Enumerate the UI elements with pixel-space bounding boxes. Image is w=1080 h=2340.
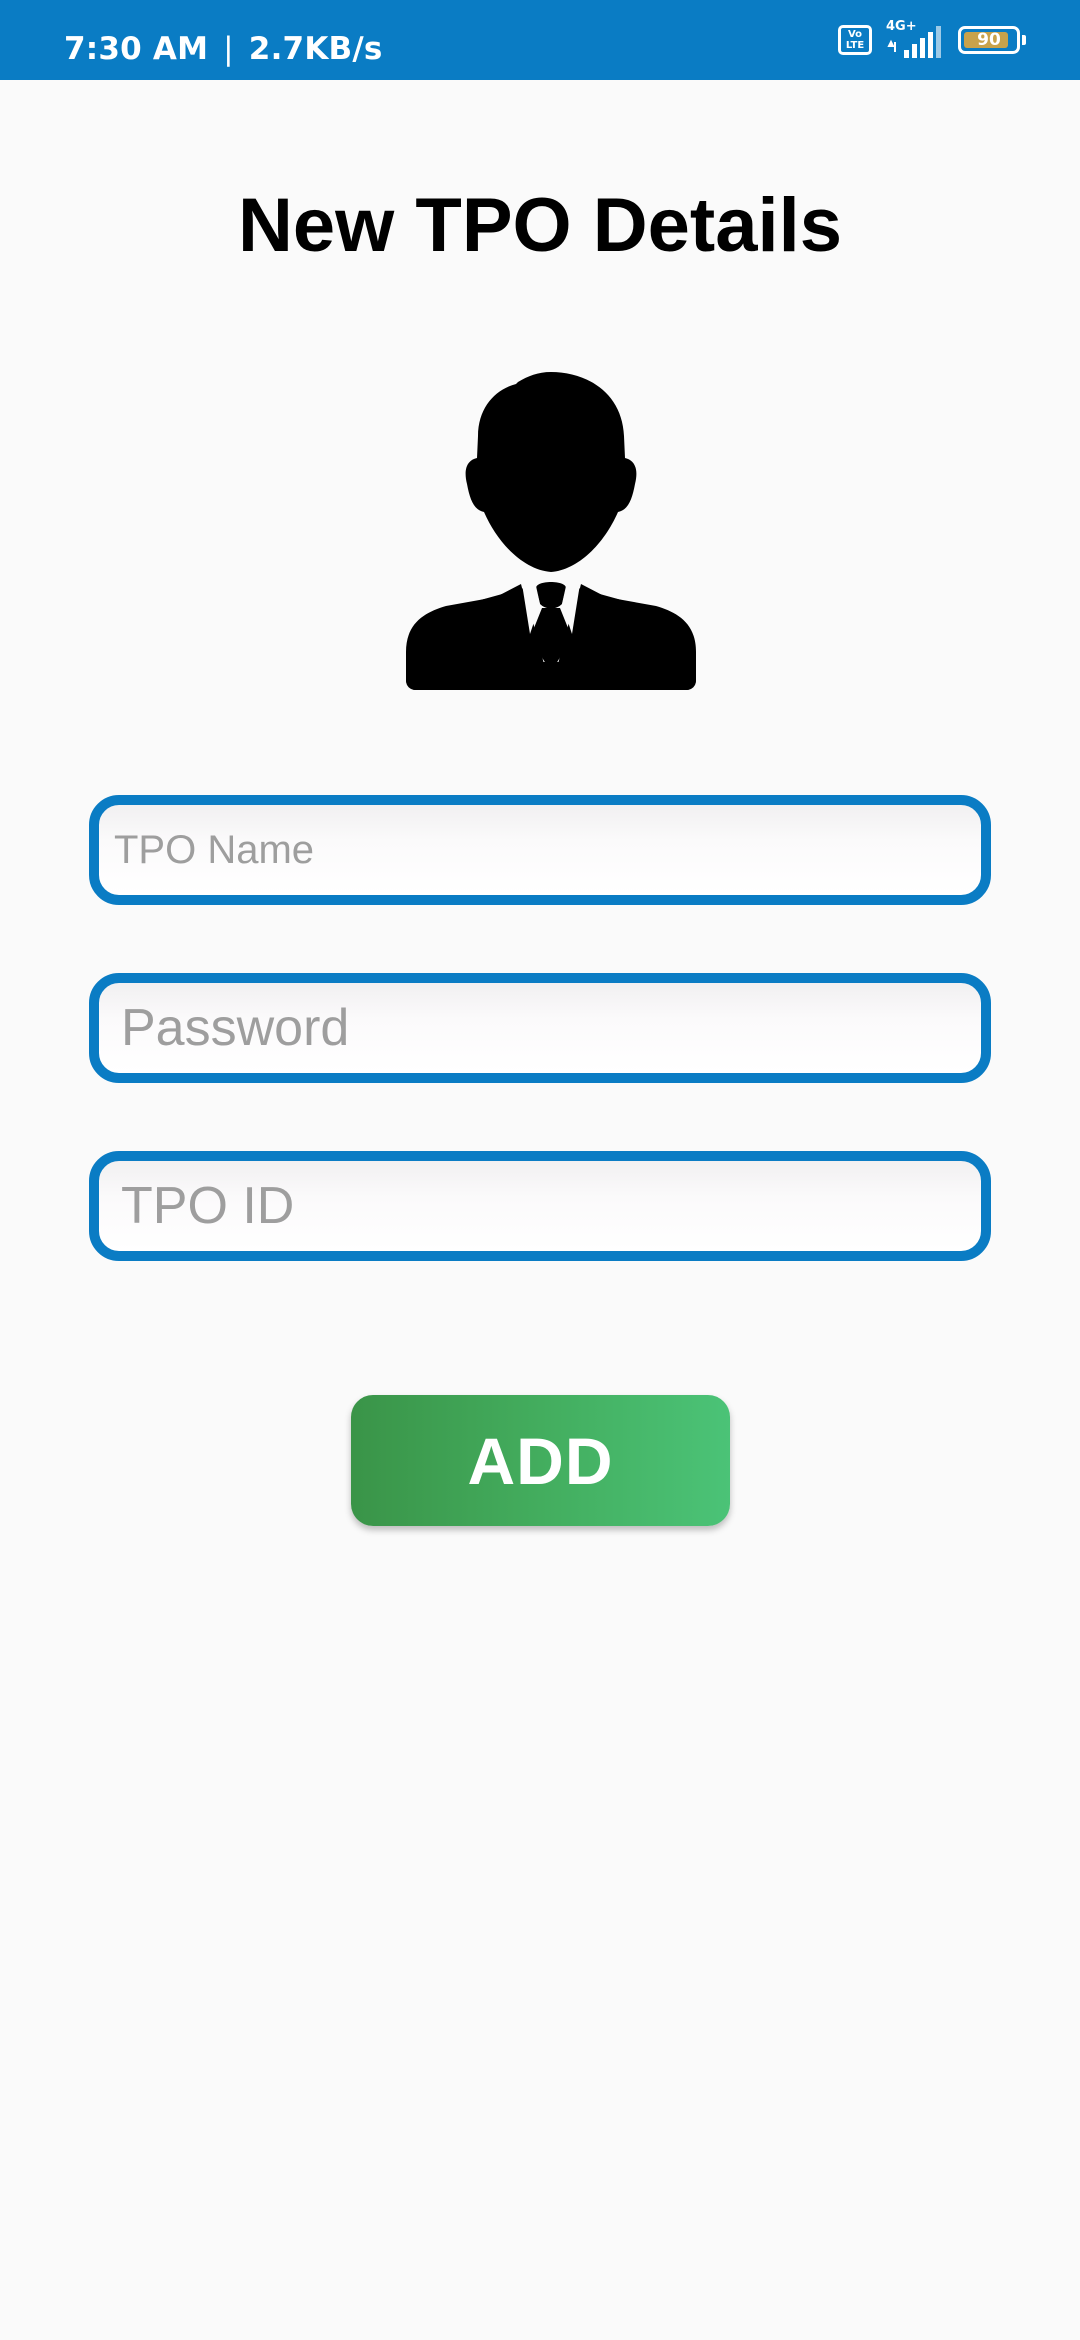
add-button[interactable]: ADD: [351, 1395, 730, 1526]
status-left: 7:30 AM | 2.7KB/s: [64, 0, 383, 79]
password-input[interactable]: [99, 983, 981, 1073]
status-separator: |: [223, 31, 234, 67]
page-title: New TPO Details: [238, 183, 842, 268]
network-speed: 2.7KB/s: [248, 31, 383, 67]
signal-icon: 4G+: [886, 20, 944, 60]
battery-icon: 90: [958, 26, 1026, 54]
tpo-name-input[interactable]: [99, 805, 981, 895]
volte-icon: Vo LTE: [838, 25, 872, 55]
status-bar: 7:30 AM | 2.7KB/s Vo LTE 4G+ 90: [0, 0, 1080, 80]
status-icons: Vo LTE 4G+ 90: [838, 0, 1026, 80]
tpo-name-field[interactable]: [89, 795, 991, 905]
volte-label: Vo LTE: [845, 29, 865, 51]
tpo-id-input[interactable]: [99, 1161, 981, 1251]
status-time: 7:30 AM: [64, 31, 209, 67]
battery-level: 90: [977, 30, 1001, 50]
password-field[interactable]: [89, 973, 991, 1083]
person-with-tie-icon: [406, 372, 696, 690]
tpo-id-field[interactable]: [89, 1151, 991, 1261]
signal-bars-icon: [887, 26, 941, 58]
